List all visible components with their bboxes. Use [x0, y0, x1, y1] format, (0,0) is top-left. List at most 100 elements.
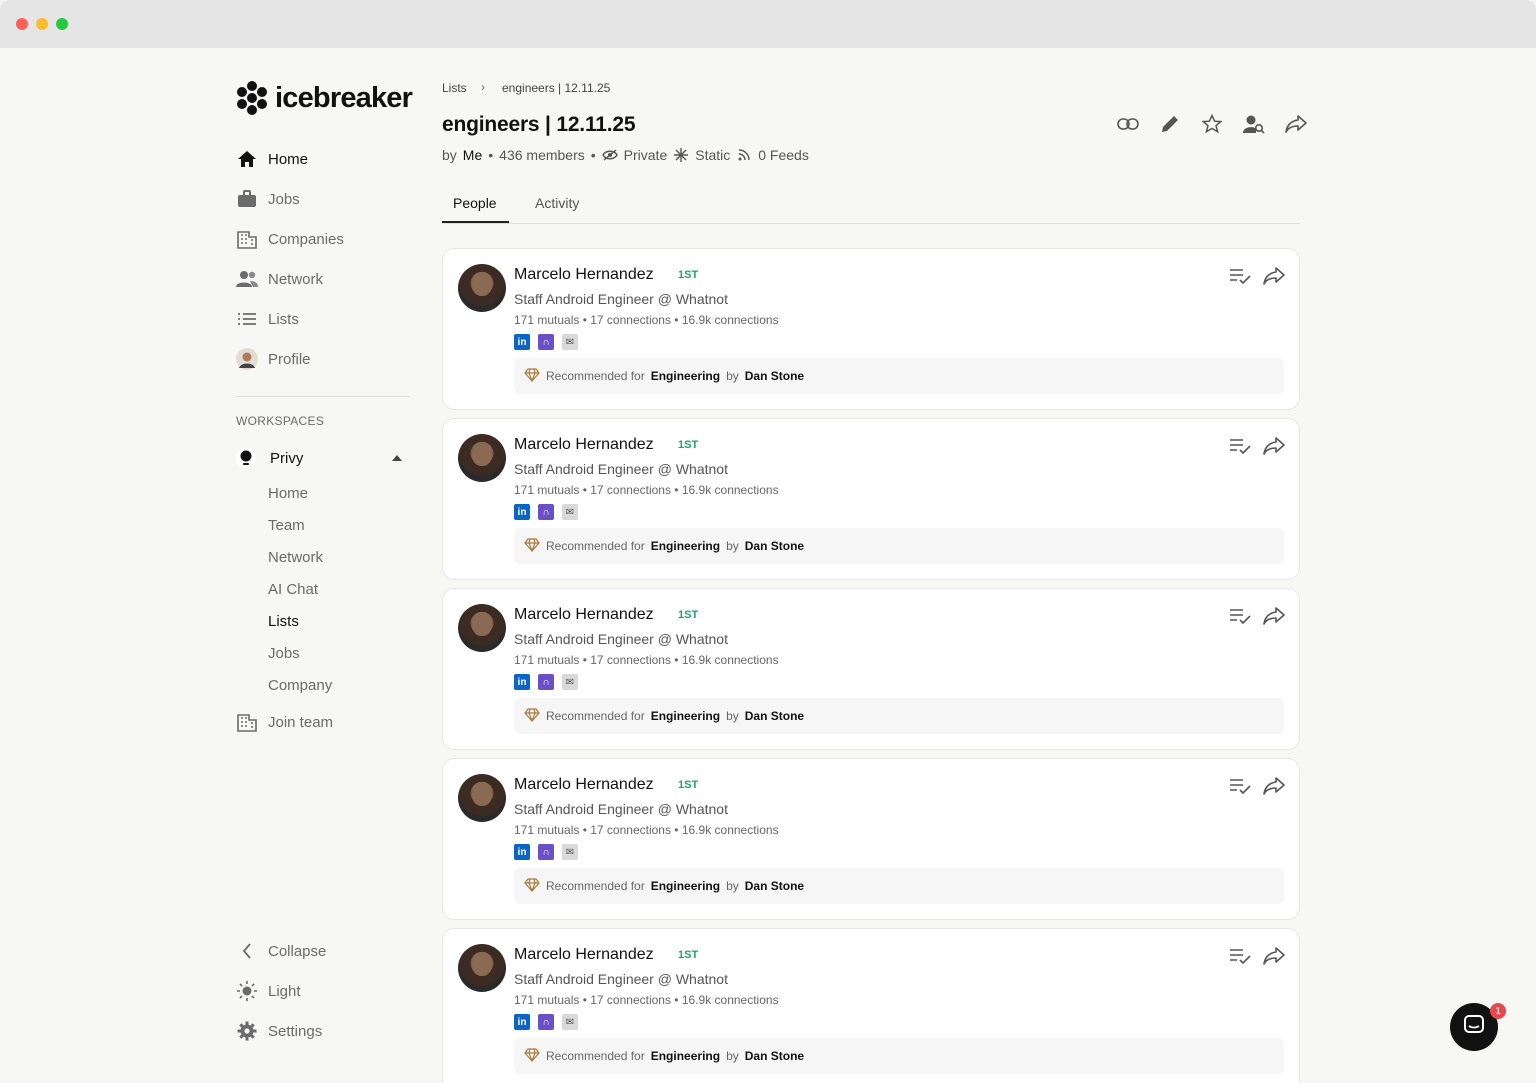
member-count: 436 members — [499, 147, 585, 163]
owner-name[interactable]: Me — [463, 147, 482, 163]
person-name[interactable]: Marcelo Hernandez — [514, 436, 654, 454]
icebreaker-profile-icon[interactable]: ∩ — [538, 844, 554, 860]
linkedin-icon[interactable]: in — [514, 504, 530, 520]
avatar-icon — [236, 348, 258, 370]
linkedin-icon[interactable]: in — [514, 844, 530, 860]
add-to-list-icon[interactable] — [1229, 775, 1251, 797]
add-to-list-icon[interactable] — [1229, 605, 1251, 627]
sidebar-item-jobs[interactable]: Jobs — [236, 187, 300, 211]
workspace-item-jobs[interactable]: Jobs — [268, 645, 300, 662]
collapse-label: Collapse — [268, 942, 327, 960]
social-links: in ∩ ✉ — [514, 1014, 578, 1030]
email-icon[interactable]: ✉ — [562, 1014, 578, 1030]
email-icon[interactable]: ✉ — [562, 674, 578, 690]
list-meta: by Me • 436 members • Private Static 0 F… — [442, 147, 809, 163]
email-icon[interactable]: ✉ — [562, 504, 578, 520]
icebreaker-profile-icon[interactable]: ∩ — [538, 674, 554, 690]
email-icon[interactable]: ✉ — [562, 334, 578, 350]
linkedin-icon[interactable]: in — [514, 334, 530, 350]
linkedin-icon[interactable]: in — [514, 1014, 530, 1030]
share-icon[interactable] — [1263, 605, 1285, 627]
person-name[interactable]: Marcelo Hernandez — [514, 606, 654, 624]
sidebar-item-home[interactable]: Home — [236, 147, 308, 171]
maximize-window-button[interactable] — [56, 18, 68, 30]
diamond-icon — [524, 707, 540, 725]
person-card[interactable]: Marcelo Hernandez 1ST Staff Android Engi… — [442, 418, 1300, 580]
person-search-icon[interactable] — [1242, 112, 1266, 136]
person-name[interactable]: Marcelo Hernandez — [514, 946, 654, 964]
person-card[interactable]: Marcelo Hernandez 1ST Staff Android Engi… — [442, 928, 1300, 1083]
share-icon[interactable] — [1284, 112, 1308, 136]
sidebar-item-profile[interactable]: Profile — [236, 347, 311, 371]
add-to-list-icon[interactable] — [1229, 945, 1251, 967]
theme-toggle[interactable]: Light — [236, 979, 301, 1003]
join-team-button[interactable]: Join team — [236, 710, 333, 734]
person-avatar[interactable] — [458, 264, 506, 312]
brand-logo[interactable]: icebreaker — [235, 80, 413, 116]
share-icon[interactable] — [1263, 775, 1285, 797]
pencil-icon[interactable] — [1158, 112, 1182, 136]
person-card[interactable]: Marcelo Hernandez 1ST Staff Android Engi… — [442, 588, 1300, 750]
workspace-item-team[interactable]: Team — [268, 517, 305, 534]
person-avatar[interactable] — [458, 604, 506, 652]
collapse-sidebar-button[interactable]: Collapse — [236, 939, 326, 963]
person-avatar[interactable] — [458, 944, 506, 992]
person-role: Staff Android Engineer @ Whatnot — [514, 291, 728, 307]
share-icon[interactable] — [1263, 265, 1285, 287]
unread-count-badge: 1 — [1490, 1003, 1506, 1019]
list-icon — [236, 308, 258, 330]
sidebar-item-label: Network — [268, 270, 324, 288]
sidebar-item-label: Lists — [268, 310, 299, 328]
sidebar-item-companies[interactable]: Companies — [236, 227, 344, 251]
settings-button[interactable]: Settings — [236, 1019, 322, 1043]
meta-separator: • — [488, 147, 494, 163]
share-icon[interactable] — [1263, 945, 1285, 967]
workspace-item-lists[interactable]: Lists — [268, 613, 299, 630]
person-card[interactable]: Marcelo Hernandez 1ST Staff Android Engi… — [442, 758, 1300, 920]
recommender-name[interactable]: Dan Stone — [745, 539, 804, 553]
chevron-up-icon[interactable] — [392, 455, 402, 461]
email-icon[interactable]: ✉ — [562, 844, 578, 860]
share-icon[interactable] — [1263, 435, 1285, 457]
breadcrumb-lists-link[interactable]: Lists — [442, 81, 467, 95]
workspace-item-company[interactable]: Company — [268, 677, 332, 694]
workspace-item-ai-chat[interactable]: AI Chat — [268, 581, 318, 598]
building-icon — [236, 228, 258, 250]
person-stats: 171 mutuals • 17 connections • 16.9k con… — [514, 313, 779, 327]
icebreaker-profile-icon[interactable]: ∩ — [538, 1014, 554, 1030]
add-to-list-icon[interactable] — [1229, 435, 1251, 457]
tab-activity[interactable]: Activity — [535, 195, 579, 211]
recommender-name[interactable]: Dan Stone — [745, 709, 804, 723]
sidebar-item-lists[interactable]: Lists — [236, 307, 299, 331]
workspace-item-home[interactable]: Home — [268, 485, 308, 502]
close-window-button[interactable] — [16, 18, 28, 30]
link-icon[interactable] — [1116, 112, 1140, 136]
tab-people[interactable]: People — [453, 195, 497, 211]
recommender-name[interactable]: Dan Stone — [745, 369, 804, 383]
recommendation-team: Engineering — [650, 879, 721, 893]
card-actions — [1229, 605, 1285, 627]
privacy-status: Private — [623, 147, 668, 163]
person-role: Staff Android Engineer @ Whatnot — [514, 971, 728, 987]
person-name[interactable]: Marcelo Hernandez — [514, 266, 654, 284]
icebreaker-profile-icon[interactable]: ∩ — [538, 504, 554, 520]
person-name[interactable]: Marcelo Hernandez — [514, 776, 654, 794]
add-to-list-icon[interactable] — [1229, 265, 1251, 287]
social-links: in ∩ ✉ — [514, 334, 578, 350]
workspace-item-network[interactable]: Network — [268, 549, 323, 566]
person-avatar[interactable] — [458, 434, 506, 482]
workspaces-heading: WORKSPACES — [236, 414, 325, 428]
star-icon[interactable] — [1200, 112, 1224, 136]
icebreaker-profile-icon[interactable]: ∩ — [538, 334, 554, 350]
recommendation-banner: Recommended for Engineering by Dan Stone — [514, 528, 1284, 564]
sidebar-item-network[interactable]: Network — [236, 267, 323, 291]
recommendation-prefix: Recommended for — [546, 879, 645, 893]
person-avatar[interactable] — [458, 774, 506, 822]
minimize-window-button[interactable] — [36, 18, 48, 30]
person-role: Staff Android Engineer @ Whatnot — [514, 461, 728, 477]
recommender-name[interactable]: Dan Stone — [745, 879, 804, 893]
linkedin-icon[interactable]: in — [514, 674, 530, 690]
person-card[interactable]: Marcelo Hernandez 1ST Staff Android Engi… — [442, 248, 1300, 410]
workspace-switcher[interactable]: Privy — [236, 447, 406, 469]
recommender-name[interactable]: Dan Stone — [745, 1049, 804, 1063]
